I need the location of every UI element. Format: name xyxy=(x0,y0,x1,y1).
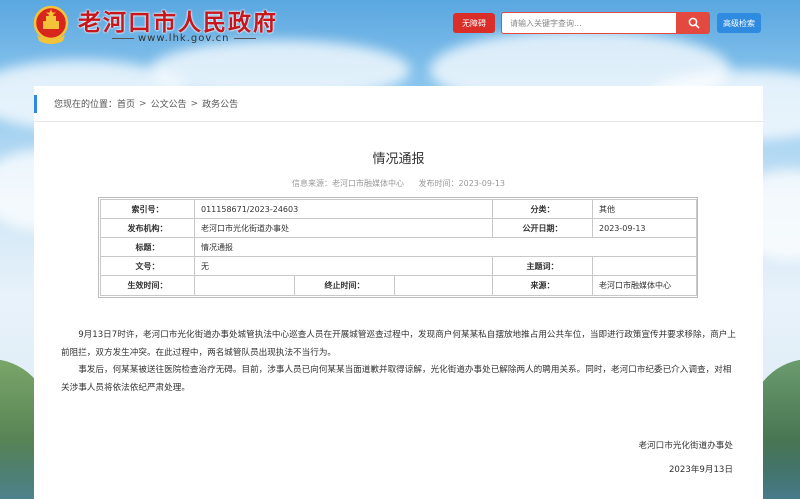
article-title: 情况通报 xyxy=(372,152,425,167)
content-panel: 您现在的位置： 首页 > 公文公告 > 政务公告 情况通报 信息来源：老河口市融… xyxy=(34,86,763,499)
site-header: 老河口市人民政府 www.lhk.gov.cn 无障碍 请输入关键字查询... … xyxy=(0,0,800,52)
index-label: 索引号： xyxy=(100,199,195,219)
article-source: 信息来源：老河口市融媒体中心 xyxy=(291,179,404,188)
table-row: 生效时间： 终止时间： 来源： 老河口市融媒体中心 xyxy=(100,275,698,296)
breadcrumb-prefix: 您现在的位置： xyxy=(54,100,118,110)
article-paragraph: 9月13日7时许，老河口市光化街道办事处城管执法中心巡查人员在开展城管巡查过程中… xyxy=(61,330,736,358)
expire-cell: 终止时间： xyxy=(293,275,494,296)
public-date-value: 2023-09-13 xyxy=(592,218,698,238)
publisher-label: 发布机构： xyxy=(100,218,195,238)
info-table: 索引号： 011158671/2023-24603 分类： 其他 发布机构： 老… xyxy=(100,199,698,296)
category-value: 其他 xyxy=(592,199,698,219)
breadcrumb-announcements-link[interactable]: 公文公告 xyxy=(151,97,187,110)
breadcrumb-separator: > xyxy=(139,98,147,109)
article-meta: 信息来源：老河口市融媒体中心 发布时间：2023-09-13 xyxy=(34,178,763,189)
expire-value xyxy=(395,277,492,295)
advanced-search-button[interactable]: 高级检索 xyxy=(717,13,761,33)
doc-no-label: 文号： xyxy=(100,256,195,276)
article-date: 发布时间：2023-09-13 xyxy=(418,179,506,188)
expire-label: 终止时间： xyxy=(296,276,395,295)
breadcrumb-home-link[interactable]: 首页 xyxy=(117,97,135,110)
article-body: 9月13日7时许，老河口市光化街道办事处城管执法中心巡查人员在开展城管巡查过程中… xyxy=(61,327,737,397)
origin-label: 来源： xyxy=(492,275,594,296)
signature-date: 2023年9月13日 xyxy=(668,465,733,475)
title-label: 标题： xyxy=(100,237,195,257)
category-label: 分类： xyxy=(492,199,594,219)
national-emblem-icon xyxy=(33,5,69,44)
subject-value xyxy=(592,256,698,276)
breadcrumb-separator: > xyxy=(190,98,199,109)
index-value: 011158671/2023-24603 xyxy=(193,199,494,219)
origin-value: 老河口市融媒体中心 xyxy=(592,275,698,296)
accessibility-button[interactable]: 无障碍 xyxy=(453,13,495,33)
public-date-label: 公开日期： xyxy=(492,218,594,238)
site-title[interactable]: 老河口市人民政府 xyxy=(78,3,278,37)
table-row: 文号： 无 主题词： xyxy=(100,256,698,276)
site-url: www.lhk.gov.cn xyxy=(108,33,260,44)
search-input[interactable]: 请输入关键字查询... xyxy=(501,12,677,34)
subject-label: 主题词： xyxy=(492,256,594,276)
breadcrumb-accent-bar xyxy=(34,95,37,113)
table-row: 发布机构： 老河口市光化街道办事处 公开日期： 2023-09-13 xyxy=(100,218,698,238)
effective-value xyxy=(194,275,295,296)
breadcrumb: 您现在的位置： 首页 > 公文公告 > 政务公告 xyxy=(34,86,763,122)
doc-no-value: 无 xyxy=(193,256,494,276)
breadcrumb-gov-notice-link[interactable]: 政务公告 xyxy=(202,97,238,110)
signature-organization: 老河口市光化街道办事处 xyxy=(638,441,733,451)
publisher-value: 老河口市光化街道办事处 xyxy=(193,218,494,238)
search-button[interactable] xyxy=(677,12,710,34)
search-placeholder: 请输入关键字查询... xyxy=(510,18,582,28)
article-paragraph: 事发后，何某某被送往医院检查治疗无碍。目前，涉事人员已向何某某当面道歉并取得谅解… xyxy=(61,365,732,393)
effective-label: 生效时间： xyxy=(100,275,195,296)
table-row: 索引号： 011158671/2023-24603 分类： 其他 xyxy=(100,199,698,219)
title-value: 情况通报 xyxy=(193,237,698,257)
search-icon xyxy=(688,17,700,29)
table-row: 标题： 情况通报 xyxy=(100,237,698,257)
